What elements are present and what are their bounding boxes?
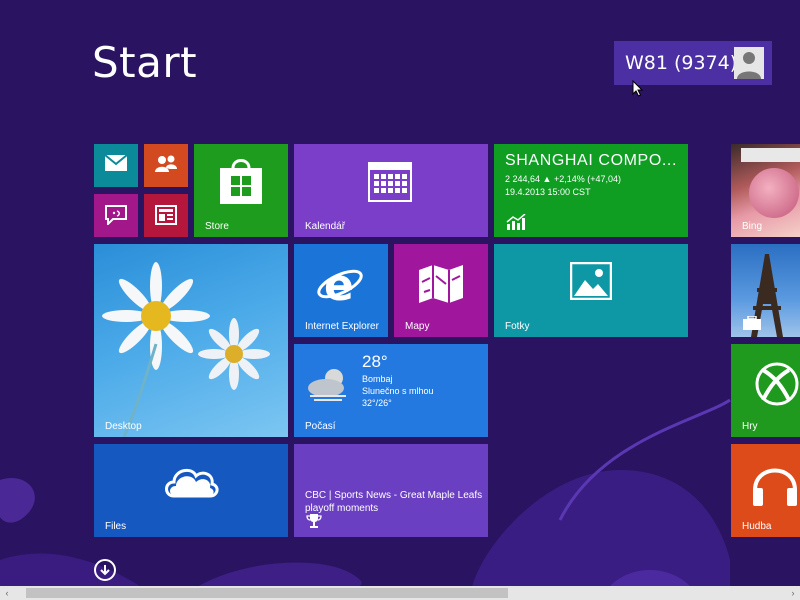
tile-games-label: Hry [742, 421, 758, 432]
tile-weather[interactable]: 28° Bombaj Slunečno s mlhou 32°/26° Poča… [294, 344, 488, 437]
tile-files-label: Files [105, 521, 127, 532]
user-name: W81 (9374) [625, 52, 738, 74]
user-avatar-icon [734, 47, 764, 79]
tile-ie-label: Internet Explorer [305, 321, 379, 332]
tile-maps[interactable]: Mapy [394, 244, 488, 337]
tile-reader[interactable] [144, 194, 188, 237]
all-apps-button[interactable] [94, 559, 116, 581]
xbox-controller-icon [755, 362, 799, 406]
tile-travel[interactable] [731, 244, 800, 337]
tile-store-label: Store [205, 221, 229, 232]
tile-maps-label: Mapy [405, 321, 430, 332]
tile-music[interactable]: Hudba [731, 444, 800, 537]
page-title: Start [92, 38, 198, 87]
tile-files[interactable]: Files [94, 444, 288, 537]
finance-index-name: SHANGHAI COMPO... [505, 152, 677, 169]
daisy-wallpaper [102, 262, 270, 437]
tile-calendar-label: Kalendář [305, 221, 346, 232]
scroll-right-icon[interactable]: › [786, 586, 800, 600]
weather-city: Bombaj [362, 374, 393, 384]
tile-weather-label: Počasí [305, 421, 336, 432]
weather-condition: Slunečno s mlhou [362, 386, 434, 396]
store-bag-icon [220, 159, 262, 204]
eiffel-tower-photo [751, 254, 783, 337]
user-account-button[interactable]: W81 (9374) [614, 41, 772, 85]
tile-store[interactable]: Store [194, 144, 288, 237]
weather-sun-fog-icon [308, 369, 346, 401]
scrollbar-thumb[interactable] [26, 588, 508, 598]
scroll-left-icon[interactable]: ‹ [0, 586, 14, 600]
internet-explorer-icon: e [317, 260, 363, 306]
tile-games[interactable]: Hry [731, 344, 800, 437]
tile-messaging[interactable] [94, 194, 138, 237]
weather-range: 32°/26° [362, 398, 392, 408]
finance-index-value: 2 244,64 ▲ +2,14% (+47,04) [505, 174, 621, 184]
tile-music-label: Hudba [742, 521, 772, 532]
bing-photo [741, 148, 800, 162]
messaging-icon [105, 205, 127, 225]
tile-desktop-label: Desktop [105, 421, 142, 432]
weather-temperature: 28° [362, 352, 388, 371]
tile-calendar[interactable]: Kalendář [294, 144, 488, 237]
maps-icon [419, 265, 463, 303]
people-icon [155, 155, 177, 172]
mail-icon [105, 155, 127, 171]
suitcase-icon [743, 316, 761, 330]
tile-bing[interactable]: Bing [731, 144, 800, 237]
headphones-icon [753, 468, 797, 506]
tile-sports[interactable]: CBC | Sports News - Great Maple Leafs pl… [294, 444, 488, 537]
tile-desktop[interactable]: Desktop [94, 244, 288, 437]
tile-photos[interactable]: Fotky [494, 244, 688, 337]
calendar-icon [368, 162, 412, 202]
down-arrow-icon [100, 565, 110, 576]
sports-headline: CBC | Sports News - Great Maple Leafs pl… [305, 490, 483, 514]
tile-finance[interactable]: SHANGHAI COMPO... 2 244,64 ▲ +2,14% (+47… [494, 144, 688, 237]
finance-index-date: 19.4.2013 15:00 CST [505, 187, 591, 197]
tile-people[interactable] [144, 144, 188, 187]
finance-chart-icon [506, 214, 526, 230]
tile-mail[interactable] [94, 144, 138, 187]
tile-bing-label: Bing [742, 221, 763, 232]
cloud-icon [165, 468, 219, 498]
mouse-cursor-icon [632, 80, 644, 97]
tile-photos-label: Fotky [505, 321, 530, 332]
reader-icon [155, 205, 177, 225]
trophy-icon [306, 514, 322, 528]
photos-icon [570, 262, 612, 300]
horizontal-scrollbar[interactable]: ‹ › [0, 586, 800, 600]
tile-internet-explorer[interactable]: e Internet Explorer [294, 244, 388, 337]
svg-text:e: e [324, 260, 354, 306]
